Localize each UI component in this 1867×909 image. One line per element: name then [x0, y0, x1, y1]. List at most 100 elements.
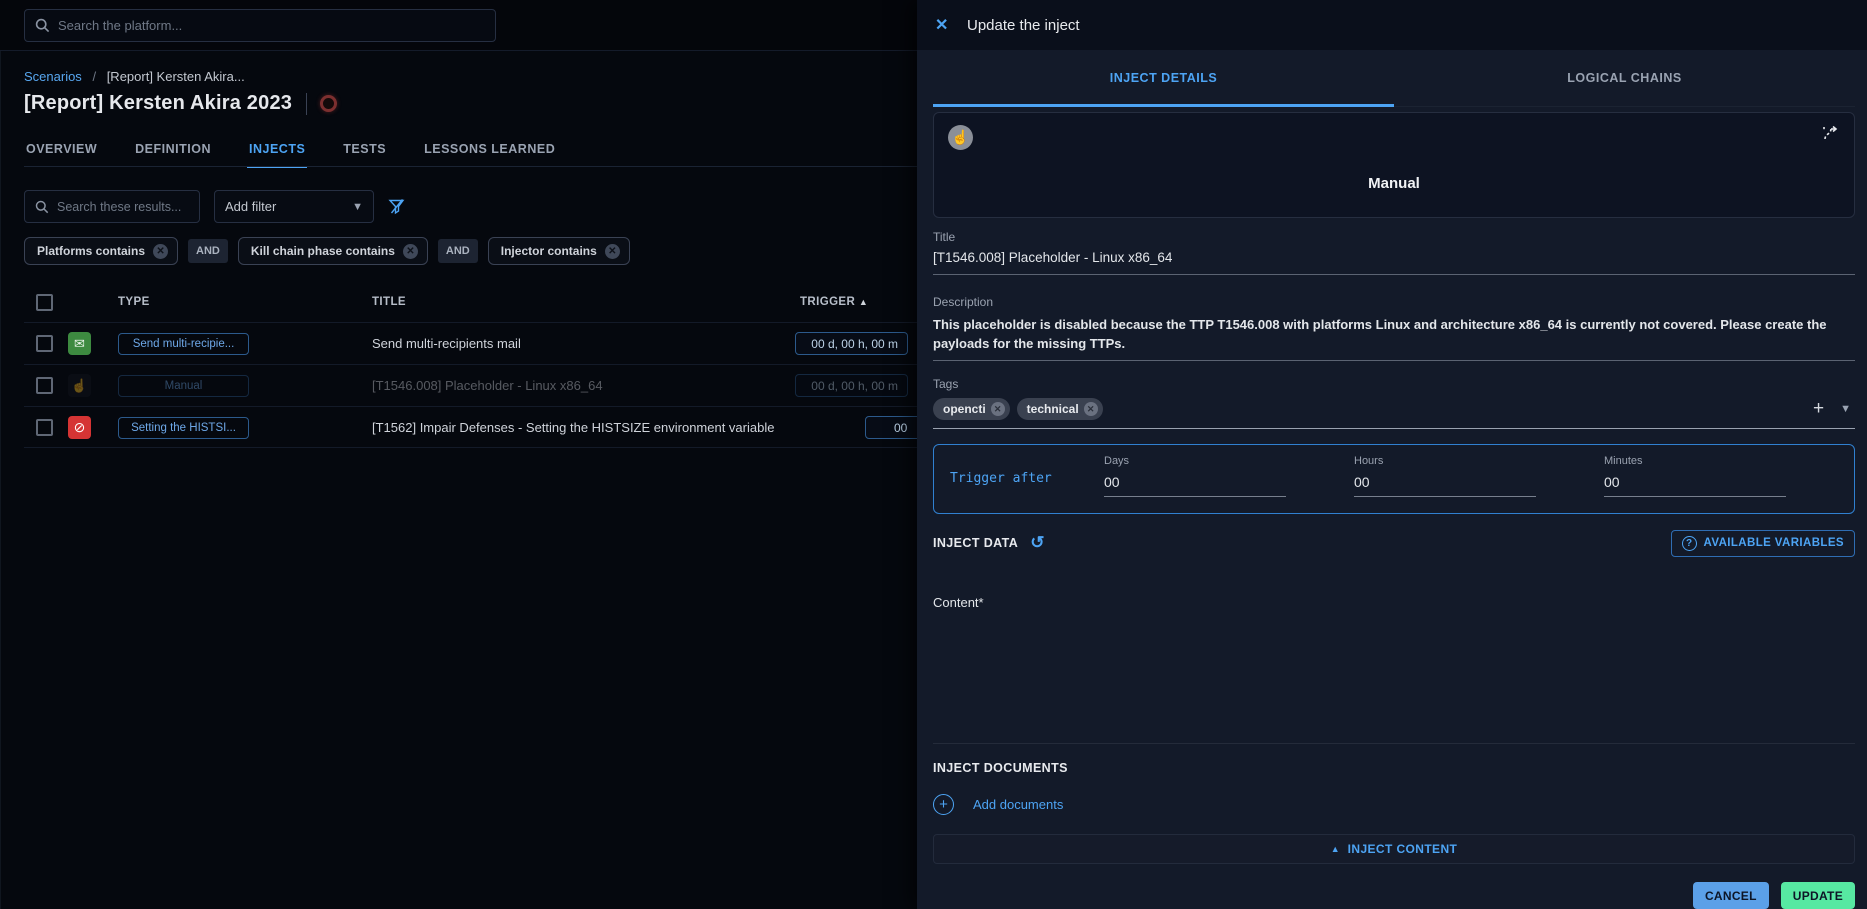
inject-type-name: Manual — [934, 175, 1854, 192]
tag-chip-technical[interactable]: technical ✕ — [1017, 398, 1103, 420]
description-field-label: Description — [933, 295, 1855, 309]
tags-field-underline — [933, 428, 1855, 429]
drawer-body: ☝ Manual Title [T1546.008] Placeholder -… — [917, 107, 1867, 909]
scenario-tabs: OVERVIEW DEFINITION INJECTS TESTS LESSON… — [24, 134, 557, 168]
remove-filter-icon[interactable]: ✕ — [153, 244, 168, 259]
inject-type-card: ☝ Manual — [933, 112, 1855, 218]
content-field-label: Content* — [933, 595, 1855, 610]
tab-inject-details[interactable]: INJECT DETAILS — [933, 50, 1394, 106]
drawer-tabs: INJECT DETAILS LOGICAL CHAINS — [933, 50, 1855, 107]
row-checkbox[interactable] — [36, 335, 53, 352]
description-field-value[interactable]: This placeholder is disabled because the… — [933, 316, 1855, 354]
refresh-icon[interactable]: ↺ — [1030, 533, 1044, 553]
row-checkbox[interactable] — [36, 419, 53, 436]
injects-table: TYPE TITLE TRIGGER ▲ ✉ Send multi-recipi… — [24, 284, 917, 448]
add-tag-icon[interactable]: + — [1813, 399, 1824, 418]
help-circle-icon: ? — [1682, 536, 1697, 551]
breadcrumb: Scenarios / [Report] Kersten Akira... — [24, 69, 245, 84]
filter-chip-injector[interactable]: Injector contains ✕ — [488, 237, 630, 265]
trigger-after-box: Trigger after Days 00 Hours 00 Minutes 0… — [933, 444, 1855, 514]
filter-chip-platforms[interactable]: Platforms contains ✕ — [24, 237, 178, 265]
manual-icon: ☝ — [68, 374, 91, 397]
content-editor-area[interactable] — [933, 610, 1855, 743]
add-circle-icon[interactable]: + — [933, 794, 954, 815]
filter-chip-label: Injector contains — [501, 244, 597, 258]
scenario-status-ring-icon — [320, 95, 337, 112]
chevron-down-icon[interactable]: ▼ — [1840, 403, 1851, 415]
inject-content-toggle[interactable]: ▲ INJECT CONTENT — [933, 834, 1855, 864]
days-value[interactable]: 00 — [1104, 474, 1354, 490]
cancel-button[interactable]: CANCEL — [1693, 882, 1769, 909]
content-left-edge — [0, 51, 1, 909]
inject-row-2[interactable]: ☝ Manual [T1546.008] Placeholder - Linux… — [24, 364, 917, 406]
available-variables-label: AVAILABLE VARIABLES — [1704, 537, 1845, 549]
column-header-trigger[interactable]: TRIGGER ▲ — [800, 296, 868, 308]
results-search-input[interactable] — [57, 200, 189, 214]
update-button[interactable]: UPDATE — [1781, 882, 1855, 909]
trigger-chip[interactable]: 00 d, 00 h, 00 m — [795, 374, 908, 397]
add-filter-select[interactable]: Add filter ▼ — [214, 190, 374, 223]
title-field-value[interactable]: [T1546.008] Placeholder - Linux x86_64 — [933, 250, 1855, 265]
table-header-row: TYPE TITLE TRIGGER ▲ — [24, 284, 917, 322]
column-header-type[interactable]: TYPE — [118, 296, 150, 308]
tag-chip-opencti[interactable]: opencti ✕ — [933, 398, 1010, 420]
row-checkbox[interactable] — [36, 377, 53, 394]
remove-filter-icon[interactable]: ✕ — [605, 244, 620, 259]
drawer-title: Update the inject — [967, 17, 1080, 34]
filter-operator: AND — [438, 239, 478, 263]
add-documents-row: + Add documents — [933, 794, 1855, 815]
platform-search[interactable] — [24, 9, 496, 42]
hours-label: Hours — [1354, 455, 1604, 467]
inject-row-3[interactable]: ⊘ Setting the HISTSI... [T1562] Impair D… — [24, 406, 917, 448]
inject-type-chip[interactable]: Setting the HISTSI... — [118, 417, 249, 439]
scenario-page: Scenarios / [Report] Kersten Akira... [R… — [0, 0, 917, 909]
days-underline — [1104, 496, 1286, 497]
remove-filter-icon[interactable]: ✕ — [403, 244, 418, 259]
breadcrumb-current: [Report] Kersten Akira... — [107, 69, 245, 84]
clear-filters-icon[interactable] — [388, 197, 407, 221]
column-header-title[interactable]: TITLE — [372, 296, 406, 308]
trigger-chip[interactable]: 00 d, 00 h, 00 m — [795, 332, 908, 355]
tags-line[interactable]: opencti ✕ technical ✕ + ▼ — [933, 398, 1855, 420]
search-icon — [35, 200, 49, 214]
inject-type-chip[interactable]: Manual — [118, 375, 249, 397]
description-field-underline — [933, 360, 1855, 361]
platform-search-input[interactable] — [58, 18, 485, 33]
minutes-value[interactable]: 00 — [1604, 474, 1854, 490]
select-all-checkbox[interactable] — [36, 294, 53, 311]
chevron-down-icon: ▼ — [352, 201, 363, 213]
tags-field: Tags opencti ✕ technical ✕ + ▼ — [933, 377, 1855, 429]
breadcrumb-separator: / — [92, 69, 96, 84]
tabs-bottom-border — [24, 166, 917, 167]
available-variables-button[interactable]: ? AVAILABLE VARIABLES — [1671, 530, 1856, 557]
close-icon[interactable]: ✕ — [935, 15, 957, 35]
inject-row-1[interactable]: ✉ Send multi-recipie... Send multi-recip… — [24, 322, 917, 364]
email-icon: ✉ — [68, 332, 91, 355]
inject-content-label: INJECT CONTENT — [1348, 842, 1458, 856]
inject-title: Send multi-recipients mail — [372, 336, 521, 351]
tags-field-label: Tags — [933, 377, 1855, 391]
remove-tag-icon[interactable]: ✕ — [1084, 402, 1098, 416]
trigger-after-label: Trigger after — [934, 445, 1104, 513]
search-icon — [35, 18, 50, 33]
tab-tests[interactable]: TESTS — [341, 134, 388, 168]
filter-chip-label: Kill chain phase contains — [251, 244, 395, 258]
tab-overview[interactable]: OVERVIEW — [24, 134, 99, 168]
filter-operator: AND — [188, 239, 228, 263]
app-screen: Scenarios / [Report] Kersten Akira... [R… — [0, 0, 1867, 909]
title-field: Title [T1546.008] Placeholder - Linux x8… — [933, 230, 1855, 275]
results-search[interactable] — [24, 190, 200, 223]
page-title: [Report] Kersten Akira 2023 — [24, 92, 292, 115]
days-label: Days — [1104, 455, 1354, 467]
breadcrumb-scenarios-link[interactable]: Scenarios — [24, 69, 82, 84]
tab-lessons-learned[interactable]: LESSONS LEARNED — [422, 134, 557, 168]
filter-chip-kill-chain[interactable]: Kill chain phase contains ✕ — [238, 237, 428, 265]
tab-injects[interactable]: INJECTS — [247, 134, 307, 168]
remove-tag-icon[interactable]: ✕ — [991, 402, 1005, 416]
minutes-label: Minutes — [1604, 455, 1854, 467]
inject-type-chip[interactable]: Send multi-recipie... — [118, 333, 249, 355]
tab-logical-chains[interactable]: LOGICAL CHAINS — [1394, 50, 1855, 106]
add-documents-link[interactable]: Add documents — [973, 797, 1063, 812]
hours-value[interactable]: 00 — [1354, 474, 1604, 490]
tab-definition[interactable]: DEFINITION — [133, 134, 213, 168]
